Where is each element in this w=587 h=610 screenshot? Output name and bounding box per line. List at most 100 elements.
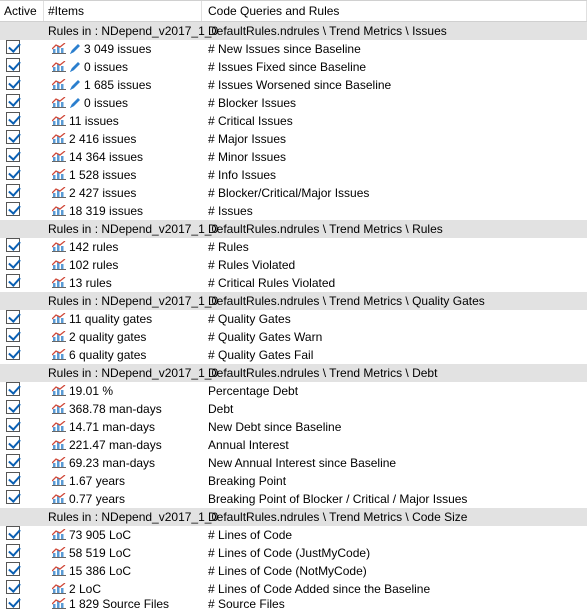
trend-chart-icon — [52, 439, 66, 450]
rule-row[interactable]: 13 rules# Critical Rules Violated — [0, 274, 587, 292]
rule-row[interactable]: 1 528 issues # Info Issues — [0, 166, 587, 184]
trend-chart-icon — [52, 79, 66, 90]
rule-row[interactable]: 2 427 issues# Blocker/Critical/Major Iss… — [0, 184, 587, 202]
rule-row[interactable]: 15 386 LoC# Lines of Code (NotMyCode) — [0, 562, 587, 580]
trend-chart-icon — [52, 97, 66, 108]
query-cell: Annual Interest — [202, 438, 587, 452]
active-checkbox[interactable] — [6, 94, 20, 108]
items-cell: 73 905 LoC — [44, 528, 202, 542]
active-checkbox[interactable] — [6, 598, 20, 609]
rule-row[interactable]: 2 416 issues# Major Issues — [0, 130, 587, 148]
group-header-row[interactable]: Rules in : NDepend_v2017_1_0DefaultRules… — [0, 508, 587, 526]
query-cell: # Minor Issues — [202, 150, 587, 164]
column-header-active[interactable]: Active — [0, 1, 44, 21]
active-checkbox[interactable] — [6, 346, 20, 360]
items-cell: 11 issues — [44, 114, 202, 128]
active-checkbox[interactable] — [6, 58, 20, 72]
group-path: DefaultRules.ndrules \ Trend Metrics \ D… — [202, 366, 587, 380]
active-checkbox[interactable] — [6, 148, 20, 162]
rule-row[interactable]: 73 905 LoC # Lines of Code — [0, 526, 587, 544]
active-checkbox[interactable] — [6, 274, 20, 288]
active-checkbox[interactable] — [6, 202, 20, 216]
pencil-icon — [69, 43, 81, 55]
trend-chart-icon — [52, 43, 66, 54]
rule-row[interactable]: 14 364 issues# Minor Issues — [0, 148, 587, 166]
rule-row[interactable]: 368.78 man-daysDebt — [0, 400, 587, 418]
rule-row[interactable]: 221.47 man-daysAnnual Interest — [0, 436, 587, 454]
rule-row[interactable]: 142 rules# Rules — [0, 238, 587, 256]
active-checkbox[interactable] — [6, 328, 20, 342]
trend-chart-icon — [52, 349, 66, 360]
trend-chart-icon — [52, 259, 66, 270]
rule-row[interactable]: 58 519 LoC# Lines of Code (JustMyCode) — [0, 544, 587, 562]
active-checkbox[interactable] — [6, 490, 20, 504]
active-checkbox[interactable] — [6, 76, 20, 90]
rule-row[interactable]: 18 319 issues# Issues — [0, 202, 587, 220]
active-checkbox[interactable] — [6, 238, 20, 252]
active-checkbox[interactable] — [6, 166, 20, 180]
rule-row[interactable]: 11 quality gates# Quality Gates — [0, 310, 587, 328]
items-text: 19.01 % — [69, 384, 113, 398]
group-header-row[interactable]: Rules in : NDepend_v2017_1_0DefaultRules… — [0, 364, 587, 382]
active-checkbox[interactable] — [6, 544, 20, 558]
trend-chart-icon — [52, 151, 66, 162]
trend-chart-icon — [52, 529, 66, 540]
items-text: 73 905 LoC — [69, 528, 131, 542]
column-header-query[interactable]: Code Queries and Rules — [202, 1, 587, 21]
rule-row[interactable]: 1 829 Source Files# Source Files — [0, 598, 587, 610]
trend-chart-icon — [52, 61, 66, 72]
rule-row[interactable]: 19.01 % Percentage Debt — [0, 382, 587, 400]
active-checkbox[interactable] — [6, 562, 20, 576]
items-cell: 368.78 man-days — [44, 402, 202, 416]
rules-table: Active #Items Code Queries and Rules Rul… — [0, 0, 587, 610]
items-cell: 1 685 issues — [44, 78, 202, 92]
items-text: 1 528 issues — [69, 168, 136, 182]
rule-row[interactable]: 2 LoC# Lines of Code Added since the Bas… — [0, 580, 587, 598]
query-cell: Percentage Debt — [202, 384, 587, 398]
active-checkbox[interactable] — [6, 454, 20, 468]
active-checkbox[interactable] — [6, 526, 20, 540]
group-header-row[interactable]: Rules in : NDepend_v2017_1_0DefaultRules… — [0, 220, 587, 238]
rule-row[interactable]: 1.67 yearsBreaking Point — [0, 472, 587, 490]
rule-row[interactable]: 2 quality gates# Quality Gates Warn — [0, 328, 587, 346]
items-cell: 3 049 issues — [44, 42, 202, 56]
items-cell: 69.23 man-days — [44, 456, 202, 470]
active-checkbox[interactable] — [6, 472, 20, 486]
rule-row[interactable]: 11 issues# Critical Issues — [0, 112, 587, 130]
items-cell: 14 364 issues — [44, 150, 202, 164]
active-checkbox[interactable] — [6, 418, 20, 432]
active-checkbox[interactable] — [6, 580, 20, 594]
group-header-row[interactable]: Rules in : NDepend_v2017_1_0DefaultRules… — [0, 22, 587, 40]
active-checkbox[interactable] — [6, 40, 20, 54]
rule-row[interactable]: 0 issues# Blocker Issues — [0, 94, 587, 112]
rule-row[interactable]: 6 quality gates# Quality Gates Fail — [0, 346, 587, 364]
active-checkbox[interactable] — [6, 130, 20, 144]
query-cell: # Lines of Code — [202, 528, 587, 542]
trend-chart-icon — [52, 205, 66, 216]
active-checkbox[interactable] — [6, 184, 20, 198]
query-cell: # Quality Gates Fail — [202, 348, 587, 362]
active-checkbox[interactable] — [6, 310, 20, 324]
rule-row[interactable]: 1 685 issues# Issues Worsened since Base… — [0, 76, 587, 94]
query-cell: # Issues Fixed since Baseline — [202, 60, 587, 74]
rule-row[interactable]: 0.77 yearsBreaking Point of Blocker / Cr… — [0, 490, 587, 508]
column-header-items[interactable]: #Items — [44, 1, 202, 21]
query-cell: # Quality Gates — [202, 312, 587, 326]
trend-chart-icon — [52, 598, 66, 609]
items-text: 3 049 issues — [84, 42, 151, 56]
rule-row[interactable]: 14.71 man-daysNew Debt since Baseline — [0, 418, 587, 436]
rule-row[interactable]: 3 049 issues# New Issues since Baseline — [0, 40, 587, 58]
group-header-row[interactable]: Rules in : NDepend_v2017_1_0DefaultRules… — [0, 292, 587, 310]
column-header-row: Active #Items Code Queries and Rules — [0, 0, 587, 22]
active-checkbox[interactable] — [6, 112, 20, 126]
active-checkbox[interactable] — [6, 436, 20, 450]
active-checkbox[interactable] — [6, 256, 20, 270]
rule-row[interactable]: 69.23 man-daysNew Annual Interest since … — [0, 454, 587, 472]
items-text: 14.71 man-days — [69, 420, 155, 434]
active-checkbox[interactable] — [6, 400, 20, 414]
rule-row[interactable]: 102 rules# Rules Violated — [0, 256, 587, 274]
query-cell: # Issues — [202, 204, 587, 218]
rule-row[interactable]: 0 issues# Issues Fixed since Baseline — [0, 58, 587, 76]
active-checkbox[interactable] — [6, 382, 20, 396]
query-cell: # Info Issues — [202, 168, 587, 182]
